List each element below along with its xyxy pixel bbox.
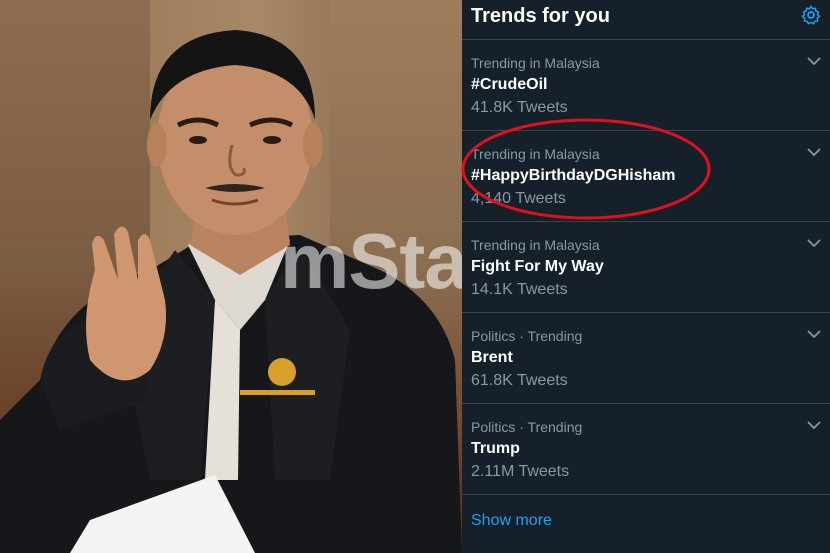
trend-name[interactable]: #CrudeOil xyxy=(471,76,547,94)
trend-name[interactable]: #HappyBirthdayDGHisham xyxy=(471,167,676,185)
gear-icon[interactable] xyxy=(800,4,822,26)
trend-context: Politics · Trending xyxy=(471,328,583,344)
trend-context: Trending in Malaysia xyxy=(471,146,600,162)
trend-context: Politics · Trending xyxy=(471,419,583,435)
trend-item-brent[interactable]: Politics · Trending Brent 61.8K Tweets xyxy=(462,313,830,404)
trend-context: Trending in Malaysia xyxy=(471,55,600,71)
trend-name[interactable]: Fight For My Way xyxy=(471,258,604,276)
trend-name[interactable]: Brent xyxy=(471,349,513,367)
trend-item-trump[interactable]: Politics · Trending Trump 2.11M Tweets xyxy=(462,404,830,495)
trend-tweet-count: 2.11M Tweets xyxy=(471,463,570,480)
chevron-down-icon[interactable] xyxy=(806,235,822,251)
chevron-down-icon[interactable] xyxy=(806,417,822,433)
trend-item-crudeoil[interactable]: Trending in Malaysia #CrudeOil 41.8K Twe… xyxy=(462,40,830,131)
screenshot-stage: mStar Trends for you Trending in Malaysi… xyxy=(0,0,830,553)
trend-item-happybirthday[interactable]: Trending in Malaysia #HappyBirthdayDGHis… xyxy=(462,131,830,222)
trend-item-fight-for-my-way[interactable]: Trending in Malaysia Fight For My Way 14… xyxy=(462,222,830,313)
chevron-down-icon[interactable] xyxy=(806,144,822,160)
trend-context: Trending in Malaysia xyxy=(471,237,600,253)
watermark-logo: mStar xyxy=(280,217,462,305)
trend-tweet-count: 4,140 Tweets xyxy=(471,190,566,207)
trend-tweet-count: 61.8K Tweets xyxy=(471,372,568,389)
chevron-down-icon[interactable] xyxy=(806,326,822,342)
trends-title: Trends for you xyxy=(471,5,610,27)
trends-header: Trends for you xyxy=(462,0,830,40)
trends-panel: Trends for you Trending in Malaysia #Cru… xyxy=(462,0,830,553)
news-photo: mStar xyxy=(0,0,462,553)
trend-tweet-count: 41.8K Tweets xyxy=(471,99,568,116)
show-more-link[interactable]: Show more xyxy=(471,512,552,530)
trend-tweet-count: 14.1K Tweets xyxy=(471,281,568,298)
trend-name[interactable]: Trump xyxy=(471,440,520,458)
chevron-down-icon[interactable] xyxy=(806,53,822,69)
